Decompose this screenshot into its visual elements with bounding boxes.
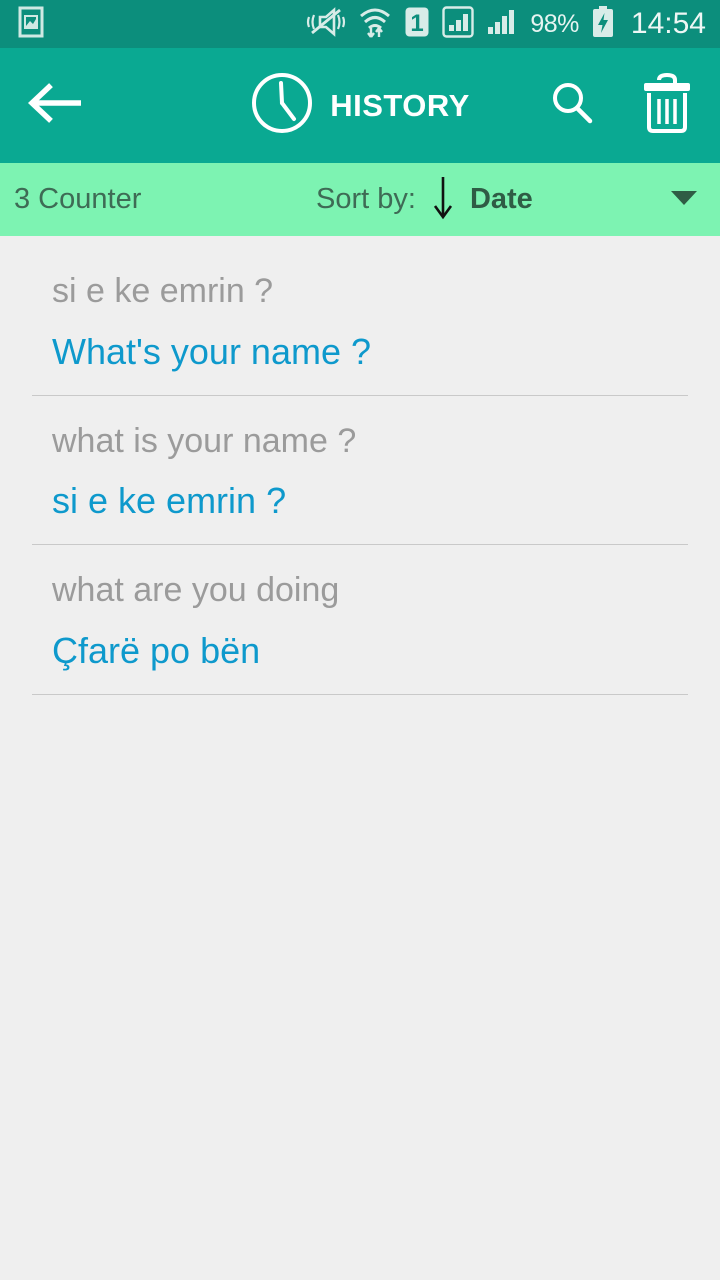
status-bar-clock: 14:54 [630,7,706,40]
history-item[interactable]: what is your name ? si e ke emrin ? [0,396,720,545]
status-bar-indicators: 1 98% 14:54 [306,5,706,44]
history-item-source-text: si e ke emrin ? [52,272,274,310]
sort-by-label: Sort by: [316,183,416,215]
trash-icon [640,72,694,139]
history-item-target-text: Çfarë po bën [52,629,261,671]
battery-percent-label: 98% [530,9,579,38]
clock-icon [250,71,314,140]
history-list: si e ke emrin ? What's your name ? what … [0,236,720,695]
search-icon [547,78,597,133]
page-title: HISTORY [330,87,470,123]
vibrate-mute-icon [306,6,346,43]
triangle-down-icon [669,187,699,212]
wifi-transfer-icon [358,5,392,44]
search-button[interactable] [536,48,608,163]
sort-value-label: Date [469,183,533,215]
sort-by-control[interactable]: Sort by: Date [316,173,533,226]
history-item-source-text: what are you doing [52,571,340,609]
status-bar: 1 98% 14:54 [0,0,720,48]
toolbar-title-group: HISTORY [0,48,720,163]
history-item[interactable]: what are you doing Çfarë po bën [0,545,720,695]
history-item-target-text: What's your name ? [52,330,372,372]
history-item[interactable]: si e ke emrin ? What's your name ? [0,246,720,396]
signal-sim1-icon [442,5,475,43]
image-notification-icon [18,6,44,43]
history-item-source-text: what is your name ? [52,421,357,460]
history-item-target-text: si e ke emrin ? [52,480,287,521]
battery-charging-icon [591,5,615,43]
delete-button[interactable] [628,48,706,163]
sort-dropdown-button[interactable] [662,163,706,236]
arrow-down-icon[interactable] [430,173,456,226]
sort-bar: 3 Counter Sort by: Date [0,163,720,236]
sim-one-icon: 1 [404,6,430,43]
list-divider [32,693,688,695]
arrow-left-icon [25,82,85,129]
signal-sim2-icon [486,6,518,43]
svg-text:1: 1 [411,10,424,37]
status-bar-notifications [18,6,44,43]
back-button[interactable] [22,48,88,163]
counter-label: 3 Counter [14,183,142,215]
app-toolbar: HISTORY [0,48,720,163]
